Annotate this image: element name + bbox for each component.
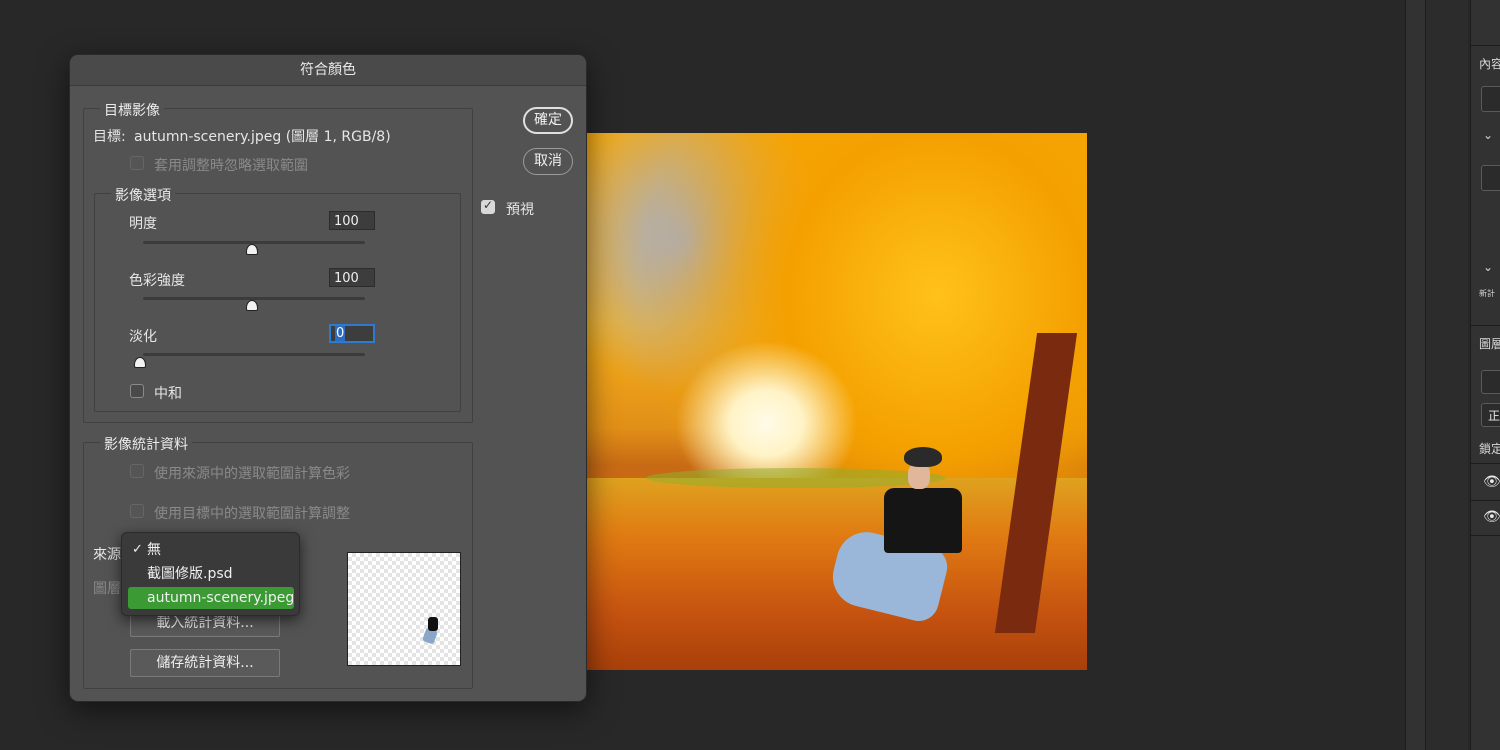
properties-panel-title[interactable]: 內容 xyxy=(1479,55,1500,72)
target-image-group-title: 目標影像 xyxy=(100,100,164,120)
use-source-selection-checkbox xyxy=(130,464,144,478)
luminance-label: 明度 xyxy=(129,216,157,232)
target-value: autumn-scenery.jpeg (圖層 1, RGB/8) xyxy=(134,129,391,145)
source-dropdown-menu[interactable]: ✓ 無 截圖修版.psd autumn-scenery.jpeg xyxy=(121,532,300,616)
ignore-selection-label: 套用調整時忽略選取範圍 xyxy=(154,158,308,174)
luminance-input[interactable]: 100 xyxy=(329,211,375,230)
panel-separator xyxy=(1471,535,1500,536)
panel-separator xyxy=(1471,463,1500,464)
dropdown-item-label: 截圖修版.psd xyxy=(147,566,233,582)
fade-input-value: 0 xyxy=(335,326,346,341)
chevron-down-icon[interactable]: ⌄ xyxy=(1483,128,1493,142)
blend-mode-select[interactable]: 正 xyxy=(1481,403,1500,427)
fade-slider-track[interactable] xyxy=(143,353,365,356)
dropdown-item-autumn-scenery[interactable]: autumn-scenery.jpeg xyxy=(128,587,294,609)
layers-panel-title[interactable]: 圖層 xyxy=(1479,335,1500,352)
dropdown-item-label: 無 xyxy=(147,542,161,558)
panel-scrollbar[interactable] xyxy=(1405,0,1426,750)
image-meadow xyxy=(646,468,946,488)
ignore-selection-checkbox xyxy=(130,156,144,170)
source-thumbnail xyxy=(347,552,461,666)
color-intensity-label: 色彩強度 xyxy=(129,273,185,289)
search-icon[interactable] xyxy=(1481,370,1500,394)
checkmark-icon: ✓ xyxy=(132,542,143,557)
source-label: 來源 xyxy=(93,547,121,563)
save-statistics-button[interactable]: 儲存統計資料... xyxy=(130,649,280,677)
blend-mode-label: 正 xyxy=(1488,409,1500,423)
color-intensity-input[interactable]: 100 xyxy=(329,268,375,287)
panel-misc-text: 新計 xyxy=(1479,289,1495,298)
preview-label: 預視 xyxy=(506,202,534,218)
document-image[interactable] xyxy=(586,133,1087,670)
panel-separator xyxy=(1471,45,1500,46)
dropdown-item-none[interactable]: ✓ 無 xyxy=(128,539,294,561)
dropdown-item-psd[interactable]: 截圖修版.psd xyxy=(128,563,294,585)
panel-dock-collapsed xyxy=(1425,0,1468,750)
layer-label: 圖層 xyxy=(93,581,121,597)
image-person-body xyxy=(884,488,962,553)
eye-icon[interactable]: 👁 xyxy=(1483,509,1500,525)
neutralize-checkbox[interactable] xyxy=(130,384,144,398)
thumbnail-person xyxy=(428,617,438,631)
target-label: 目標: xyxy=(93,129,126,145)
chevron-down-icon[interactable]: ⌄ xyxy=(1483,260,1493,274)
dropdown-item-label: autumn-scenery.jpeg xyxy=(147,590,295,606)
use-target-selection-checkbox xyxy=(130,504,144,518)
cancel-button[interactable]: 取消 xyxy=(523,148,573,175)
fade-input[interactable]: 0 xyxy=(329,324,375,343)
image-statistics-group-title: 影像統計資料 xyxy=(100,434,192,454)
image-icon[interactable] xyxy=(1481,86,1500,112)
image-person-hat xyxy=(904,447,942,467)
right-panel: 內容 ⌄ ⌄ 新計 圖層 正 鎖定 👁 👁 xyxy=(1470,0,1500,750)
dialog-title: 符合顏色 xyxy=(70,55,586,86)
panel-separator xyxy=(1471,500,1500,501)
neutralize-label: 中和 xyxy=(154,386,182,402)
use-target-selection-label: 使用目標中的選取範圍計算調整 xyxy=(154,506,350,522)
lock-label: 鎖定 xyxy=(1479,442,1500,456)
eye-icon[interactable]: 👁 xyxy=(1483,474,1500,490)
preview-checkbox[interactable] xyxy=(481,198,495,214)
ok-button[interactable]: 確定 xyxy=(523,107,573,134)
fade-label: 淡化 xyxy=(129,329,157,345)
link-icon[interactable] xyxy=(1481,165,1500,191)
panel-separator xyxy=(1471,325,1500,326)
image-options-group-title: 影像選項 xyxy=(111,185,175,205)
use-source-selection-label: 使用來源中的選取範圍計算色彩 xyxy=(154,466,350,482)
